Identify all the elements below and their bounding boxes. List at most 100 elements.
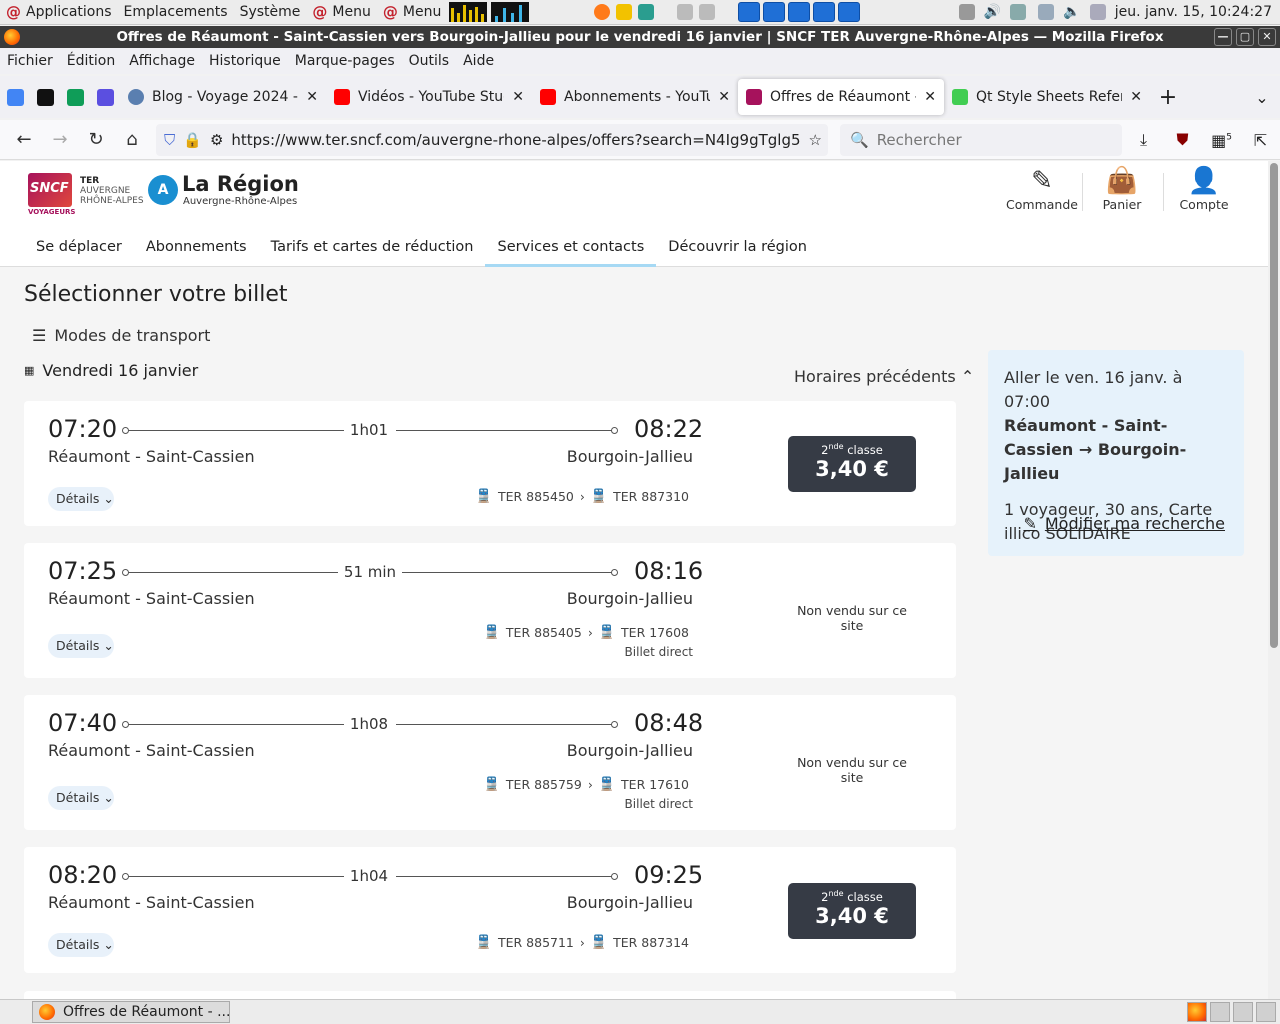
back-icon[interactable]: ← xyxy=(6,129,42,150)
vscode-launcher-icon[interactable] xyxy=(638,4,655,20)
tab-youtube-subscriptions[interactable]: Abonnements - YouTube ✕ xyxy=(532,79,738,115)
system-menu[interactable]: Système xyxy=(234,0,307,25)
close-tab-icon[interactable]: ✕ xyxy=(924,89,936,105)
bookmark-star-icon[interactable]: ☆ xyxy=(809,131,828,149)
journey-card[interactable]: 07:20 1h01 08:22 Réaumont - Saint-Cassie… xyxy=(24,401,956,526)
scrollbar-thumb[interactable] xyxy=(1270,163,1278,648)
launcher-icon[interactable] xyxy=(677,4,694,20)
nav-travel[interactable]: Se déplacer xyxy=(24,227,134,267)
applications-menu[interactable]: @ Applications xyxy=(0,0,118,25)
menu-tools[interactable]: Outils xyxy=(402,53,456,69)
taskbar-window-button[interactable]: Offres de Réaumont - ... xyxy=(32,1001,230,1023)
workspace-2[interactable] xyxy=(763,2,786,22)
tab-youtube-studio[interactable]: Vidéos - YouTube Studio ✕ xyxy=(326,79,532,115)
train-number: TER 17610 xyxy=(621,777,689,792)
firefox-launcher-icon[interactable] xyxy=(594,4,611,20)
maximize-icon[interactable]: ▢ xyxy=(1236,28,1254,46)
tab-sncf-offers[interactable]: Offres de Réaumont - S ✕ xyxy=(738,79,944,115)
minimize-icon[interactable]: — xyxy=(1214,28,1232,46)
pinned-tab-app[interactable] xyxy=(90,79,120,115)
volume-icon[interactable]: 🔈 xyxy=(1063,4,1080,20)
details-button[interactable]: Détails ⌄ xyxy=(48,487,114,511)
launcher-icon[interactable] xyxy=(699,4,716,20)
pinned-tab-sheets[interactable] xyxy=(60,79,90,115)
volume-icon[interactable]: 🔊 xyxy=(984,4,1001,20)
app-launcher-icon[interactable] xyxy=(616,4,633,20)
ter-logo[interactable]: TER AUVERGNE RHÔNE-ALPES xyxy=(80,176,144,206)
menu-view[interactable]: Affichage xyxy=(122,53,202,69)
pinned-tab-calendar[interactable] xyxy=(0,79,30,115)
url-text[interactable]: https://www.ter.sncf.com/auvergne-rhone-… xyxy=(231,131,800,149)
close-tab-icon[interactable]: ✕ xyxy=(1130,89,1142,105)
lock-icon[interactable]: 🔒 xyxy=(183,131,202,149)
forward-icon[interactable]: → xyxy=(42,129,78,150)
journey-card[interactable] xyxy=(24,991,956,999)
transport-modes-button[interactable]: ☰ Modes de transport xyxy=(32,326,210,345)
menu-button-1[interactable]: @ Menu xyxy=(306,0,376,25)
workspace-4[interactable] xyxy=(813,2,836,22)
account-button[interactable]: 👤 Compte xyxy=(1164,165,1244,212)
workspace-3[interactable] xyxy=(788,2,811,22)
order-button[interactable]: ✎ Commande xyxy=(1002,165,1082,212)
search-input[interactable]: 🔍 Rechercher xyxy=(840,124,1122,156)
nav-fares[interactable]: Tarifs et cartes de réduction xyxy=(259,227,486,267)
menu-history[interactable]: Historique xyxy=(202,53,288,69)
details-button[interactable]: Détails ⌄ xyxy=(48,634,114,658)
page-scrollbar[interactable] xyxy=(1268,161,1280,999)
battery-icon[interactable] xyxy=(1038,4,1055,20)
downloads-icon[interactable]: ⤓ xyxy=(1124,130,1163,150)
workspace-1[interactable] xyxy=(738,2,761,22)
previous-times-button[interactable]: Horaires précédents ⌃ xyxy=(794,367,974,386)
notes-icon[interactable] xyxy=(1089,4,1106,20)
region-logo-icon[interactable]: A xyxy=(148,175,178,205)
journey-card[interactable]: 08:20 1h04 09:25 Réaumont - Saint-Cassie… xyxy=(24,847,956,973)
journey-card[interactable]: 07:40 1h08 08:48 Réaumont - Saint-Cassie… xyxy=(24,695,956,830)
network-icon[interactable] xyxy=(958,4,975,20)
workspace-switcher[interactable] xyxy=(1233,1002,1253,1022)
ublock-icon[interactable]: ⛊ xyxy=(1163,130,1202,150)
menu-file[interactable]: Fichier xyxy=(0,53,60,69)
cart-button[interactable]: 👜 Panier xyxy=(1082,165,1162,212)
home-icon[interactable]: ⌂ xyxy=(114,129,150,150)
tab-blog[interactable]: Blog - Voyage 2024 - Ét ✕ xyxy=(120,79,326,115)
close-tab-icon[interactable]: ✕ xyxy=(512,89,524,105)
nav-services[interactable]: Services et contacts xyxy=(485,227,657,267)
extensions-icon[interactable]: ▦5 xyxy=(1202,131,1241,150)
permissions-icon[interactable]: ⚙ xyxy=(210,131,223,149)
menu-bookmarks[interactable]: Marque-pages xyxy=(288,53,402,69)
menu-edit[interactable]: Édition xyxy=(60,53,122,69)
train-icon: 🚆 xyxy=(483,625,500,640)
details-button[interactable]: Détails ⌄ xyxy=(48,933,114,957)
firefox-tray-icon[interactable] xyxy=(1187,1002,1207,1022)
cpu-graph[interactable] xyxy=(449,2,488,22)
pinned-tab-notion[interactable] xyxy=(30,79,60,115)
price-button[interactable]: 2nde classe 3,40 € xyxy=(788,883,916,939)
places-menu[interactable]: Emplacements xyxy=(118,0,234,25)
sncf-logo[interactable]: SNCF VOYAGEURS xyxy=(28,173,75,216)
network-graph[interactable] xyxy=(491,2,530,22)
modify-search-link[interactable]: ✎ Modifier ma recherche xyxy=(1023,512,1225,536)
close-icon[interactable]: ✕ xyxy=(1258,28,1276,46)
price-button[interactable]: 2nde classe 3,40 € xyxy=(788,436,916,492)
menu-help[interactable]: Aide xyxy=(456,53,501,69)
menu-button-2[interactable]: @ Menu xyxy=(377,0,447,25)
workspace-5[interactable] xyxy=(838,2,861,22)
new-tab-button[interactable]: + xyxy=(1150,85,1186,110)
journey-card[interactable]: 07:25 51 min 08:16 Réaumont - Saint-Cass… xyxy=(24,543,956,678)
tab-qt-docs[interactable]: Qt Style Sheets Referen ✕ xyxy=(944,79,1150,115)
close-tab-icon[interactable]: ✕ xyxy=(306,89,318,105)
workspace-switcher[interactable] xyxy=(1210,1002,1230,1022)
region-logo-title[interactable]: La Région xyxy=(182,172,299,196)
clock[interactable]: jeu. janv. 15, 10:24:27 xyxy=(1115,4,1272,20)
details-button[interactable]: Détails ⌄ xyxy=(48,786,114,810)
list-tabs-button[interactable]: ⌄ xyxy=(1244,88,1280,107)
nav-subscriptions[interactable]: Abonnements xyxy=(134,227,259,267)
url-bar[interactable]: ⛉ 🔒 ⚙ https://www.ter.sncf.com/auvergne-… xyxy=(156,124,828,156)
trash-icon[interactable] xyxy=(1256,1002,1276,1022)
share-icon[interactable]: ⇱ xyxy=(1241,131,1280,150)
reload-icon[interactable]: ↻ xyxy=(78,129,114,150)
search-icon[interactable] xyxy=(1010,4,1027,20)
close-tab-icon[interactable]: ✕ xyxy=(718,89,730,105)
shield-icon[interactable]: ⛉ xyxy=(164,131,175,149)
nav-discover[interactable]: Découvrir la région xyxy=(656,227,819,267)
